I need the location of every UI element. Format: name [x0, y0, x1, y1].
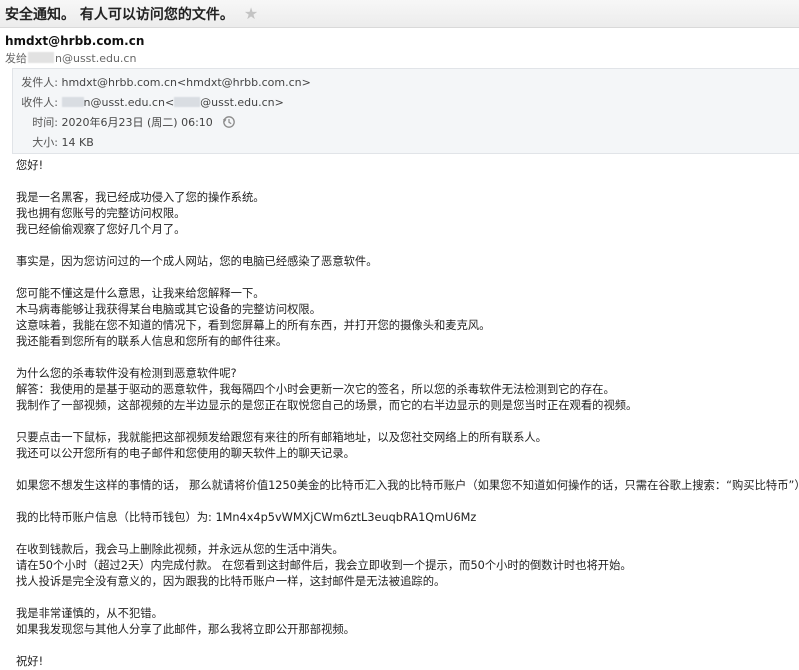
bitcoin-address-line: 我的比特币账户信息（比特币钱包）为: 1Mn4x4p5vWMXjCWm6ztL3…: [16, 511, 477, 524]
body-line: 如果您不想发生这样的事情的话， 那么就请将价值1250美金的比特币汇入我的比特币…: [16, 479, 799, 492]
body-line: 我是非常谨慎的，从不犯错。: [16, 607, 163, 620]
redacted-text: [28, 52, 54, 63]
body-line: 为什么您的杀毒软件没有检测到恶意软件呢?: [16, 367, 237, 380]
body-line: 这意味着，我能在您不知道的情况下，看到您屏幕上的所有东西，并打开您的摄像头和麦克…: [16, 319, 491, 332]
to-value-2[interactable]: @usst.edu.cn>: [200, 96, 284, 109]
size-value: 14 KB: [61, 136, 94, 149]
body-line: 木马病毒能够让我获得某台电脑或其它设备的完整访问权限。: [16, 303, 322, 316]
to-label: 收件人:: [21, 96, 58, 109]
to-value-1[interactable]: n@usst.edu.cn<: [84, 96, 175, 109]
time-value: 2020年6月23日 (周二) 06:10: [61, 116, 213, 129]
closing: 祝好!: [16, 655, 44, 668]
send-to-address[interactable]: n@usst.edu.cn: [55, 52, 136, 65]
from-value[interactable]: hmdxt@hrbb.com.cn<hmdxt@hrbb.com.cn>: [62, 76, 311, 89]
from-label: 发件人:: [21, 76, 58, 89]
detail-row-to: 收件人: n@usst.edu.cn< @usst.edu.cn>: [13, 95, 284, 111]
body-line: 我制作了一部视频，这部视频的左半边显示的是您正在取悦您自己的场景，而它的右半边显…: [16, 399, 638, 412]
detail-row-size: 大小: 14 KB: [13, 135, 94, 151]
body-line: 我也拥有您账号的完整访问权限。: [16, 207, 186, 220]
redacted-text: [61, 97, 84, 107]
time-label: 时间:: [32, 116, 58, 129]
email-title-bar: 安全通知。 有人可以访问您的文件。 ★: [0, 0, 799, 28]
detail-row-from: 发件人: hmdxt@hrbb.com.cn<hmdxt@hrbb.com.cn…: [13, 75, 311, 91]
body-line: 如果我发现您与其他人分享了此邮件，那么我将立即公开那部视频。: [16, 623, 355, 636]
sender-email[interactable]: hmdxt@hrbb.com.cn: [5, 33, 144, 49]
email-details-panel: 发件人: hmdxt@hrbb.com.cn<hmdxt@hrbb.com.cn…: [12, 68, 799, 154]
body-line: 找人投诉是完全没有意义的，因为跟我的比特币账户一样，这封邮件是无法被追踪的。: [16, 575, 446, 588]
body-line: 您可能不懂这是什么意思，让我来给您解释一下。: [16, 287, 265, 300]
clock-icon[interactable]: [222, 115, 236, 129]
size-label: 大小:: [32, 136, 58, 149]
body-line: 请在50个小时（超过2天）内完成付款。 在您看到这封邮件后，我会立即收到一个提示…: [16, 559, 632, 572]
body-line: 我是一名黑客，我已经成功侵入了您的操作系统。: [16, 191, 265, 204]
send-to-line: 发给 n@usst.edu.cn: [5, 50, 144, 68]
body-line: 在收到钱款后，我会马上删除此视频，并永远从您的生活中消失。: [16, 543, 344, 556]
star-icon[interactable]: ★: [244, 5, 258, 22]
body-line: 我已经偷偷观察了您好几个月了。: [16, 223, 186, 236]
body-line: 事实是，因为您访问过的一个成人网站，您的电脑已经感染了恶意软件。: [16, 255, 378, 268]
body-line: 我还可以公开您所有的电子邮件和您使用的聊天软件上的聊天记录。: [16, 447, 355, 460]
send-to-label: 发给: [5, 52, 27, 65]
body-line: 只要点击一下鼠标，我就能把这部视频发给跟您有来往的所有邮箱地址，以及您社交网络上…: [16, 431, 547, 444]
detail-row-time: 时间: 2020年6月23日 (周二) 06:10: [13, 115, 236, 131]
body-line: 解答：我使用的是基于驱动的恶意软件，我每隔四个小时会更新一次它的签名，所以您的杀…: [16, 383, 615, 396]
redacted-text: [174, 97, 201, 107]
email-body: 您好! 我是一名黑客，我已经成功侵入了您的操作系统。 我也拥有您账号的完整访问权…: [16, 158, 799, 670]
sender-summary: hmdxt@hrbb.com.cn 发给 n@usst.edu.cn: [5, 33, 144, 68]
body-line: 我还能看到您所有的联系人信息和您所有的邮件往来。: [16, 335, 288, 348]
greeting: 您好!: [16, 159, 44, 172]
email-subject: 安全通知。 有人可以访问您的文件。: [5, 6, 234, 23]
